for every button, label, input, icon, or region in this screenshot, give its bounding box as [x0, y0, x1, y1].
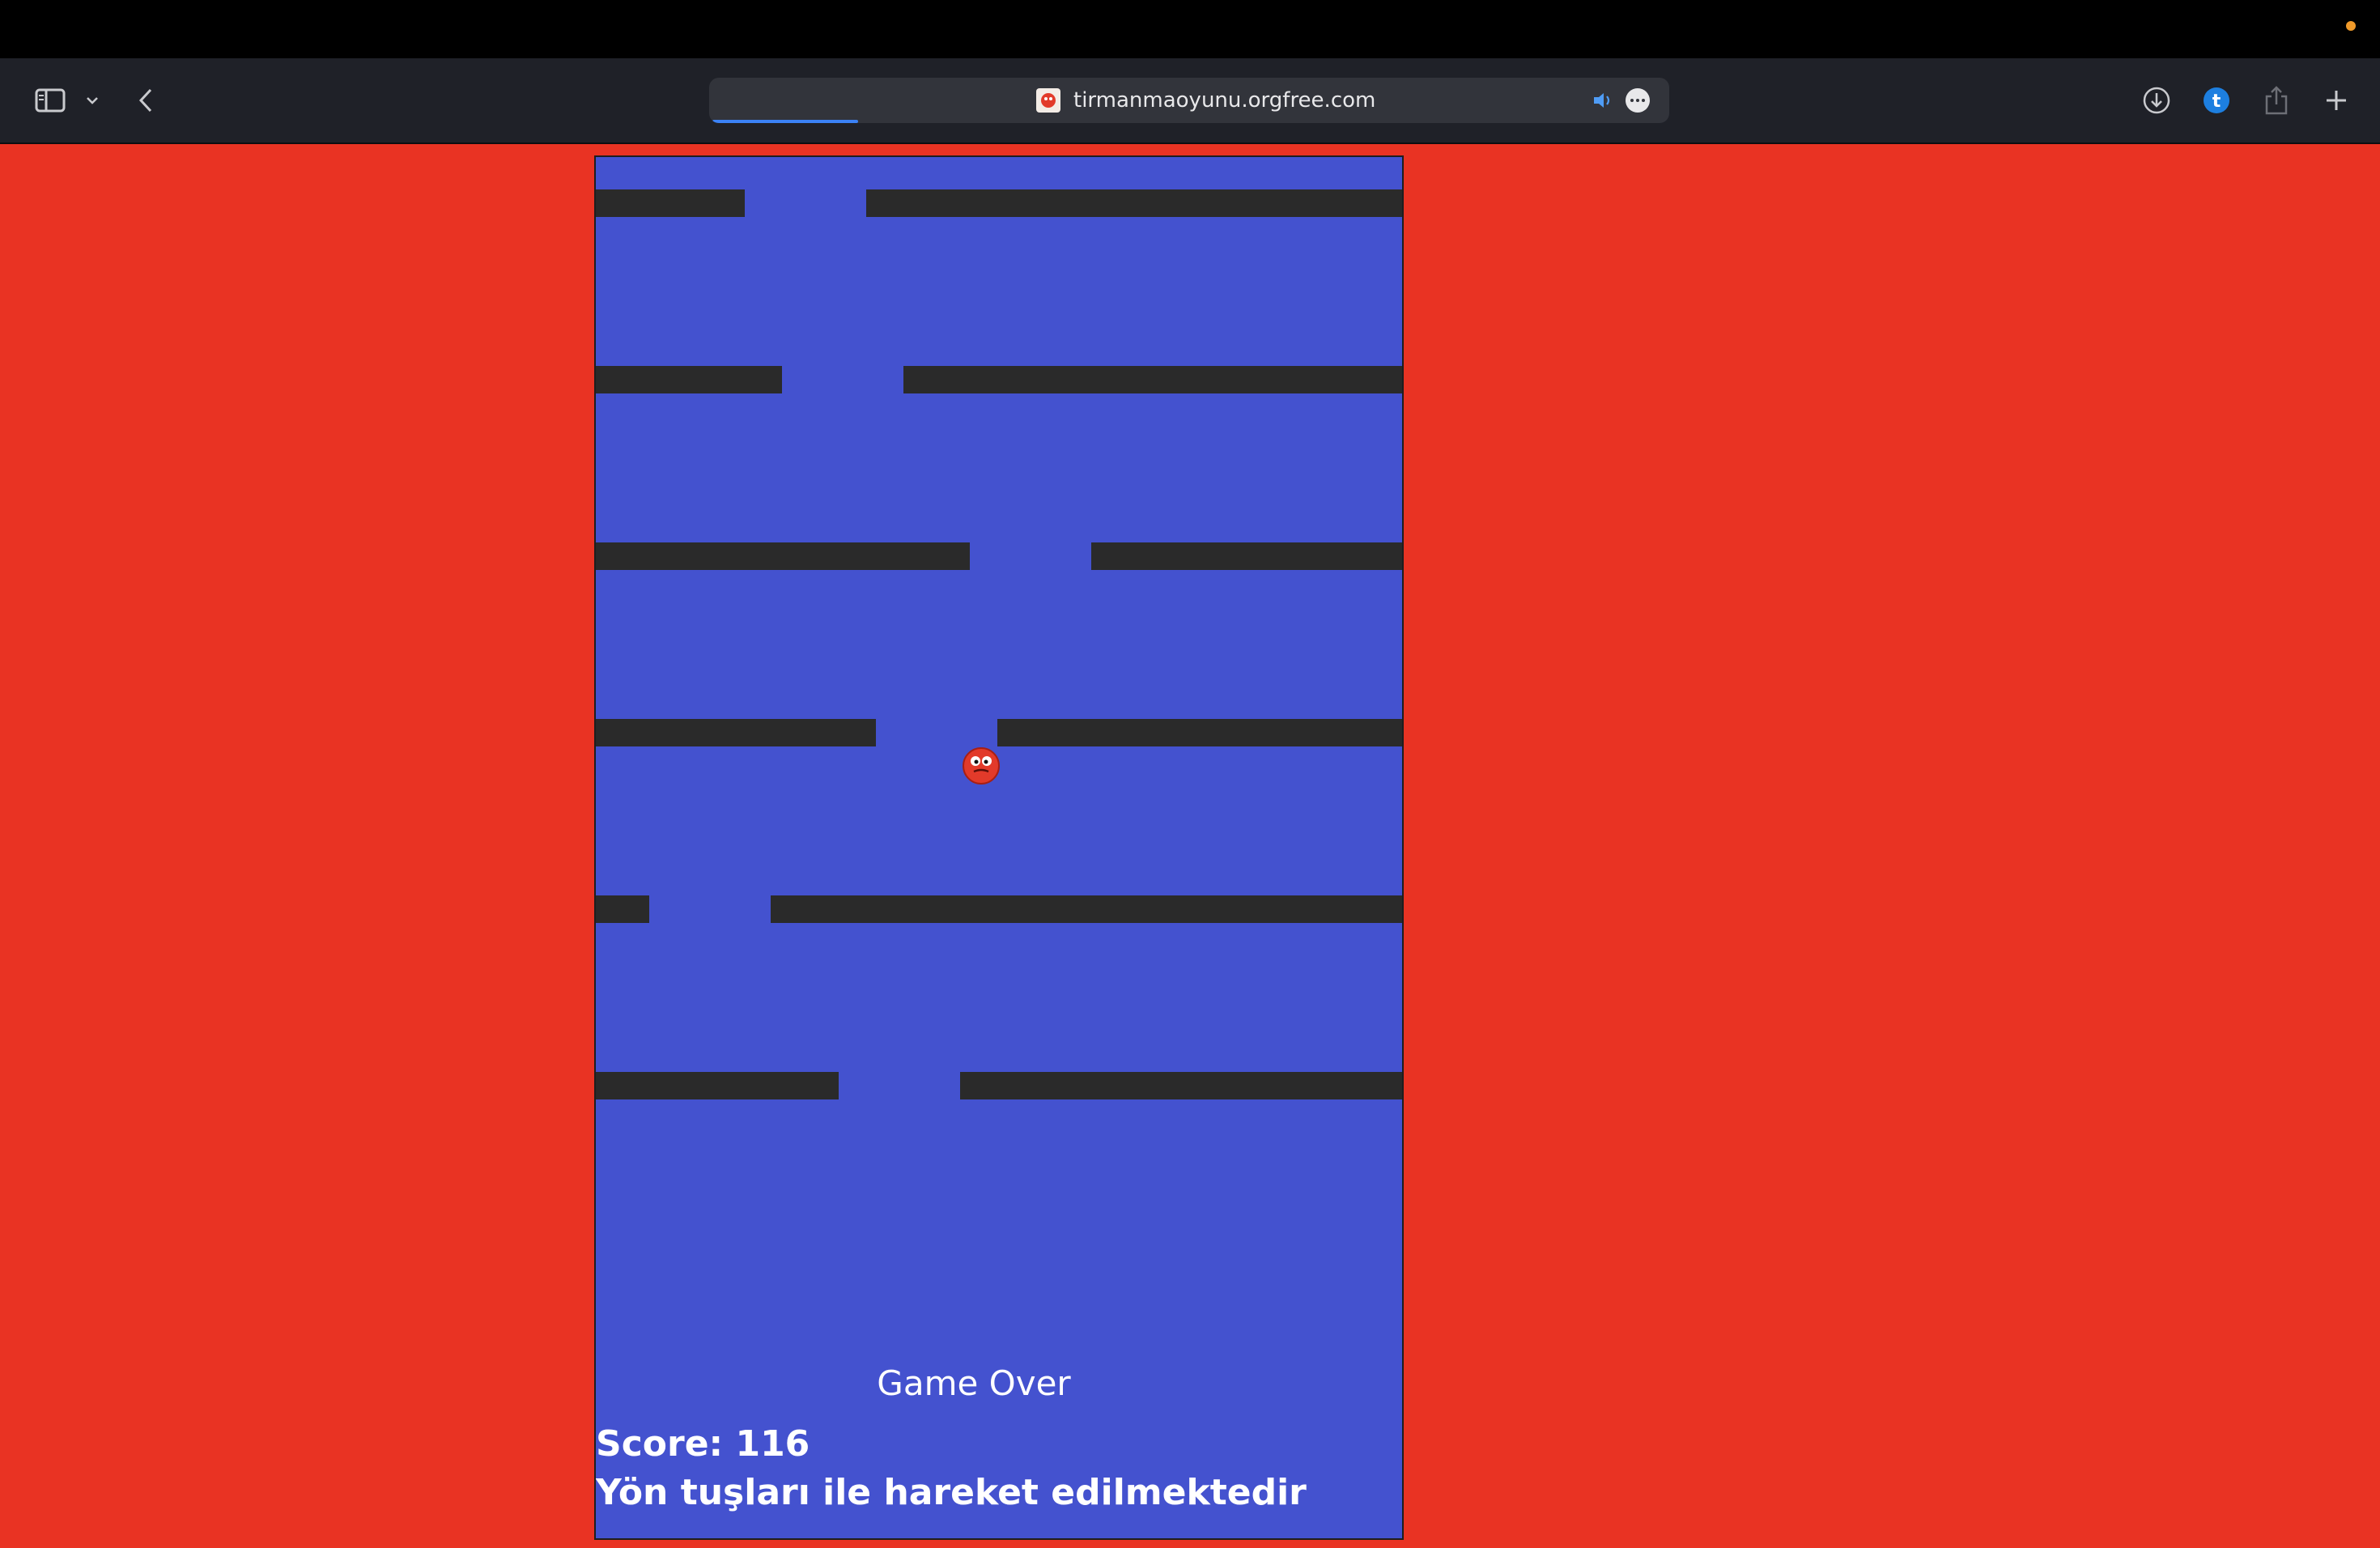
more-icon[interactable] — [1626, 88, 1650, 113]
extension-icon[interactable]: t — [2197, 58, 2236, 142]
player-character — [962, 746, 1001, 785]
platform — [866, 189, 1402, 217]
platform — [997, 719, 1402, 746]
site-favicon-icon — [1036, 88, 1060, 113]
sidebar-icon[interactable] — [29, 58, 71, 142]
instructions-text: Yön tuşları ile hareket edilmektedir — [596, 1472, 1307, 1513]
menu-bar — [0, 0, 2380, 58]
url-text[interactable]: tirmanmaoyunu.orgfree.com — [1073, 78, 1375, 123]
platform — [1091, 542, 1402, 570]
platform — [903, 366, 1402, 393]
game-over-text: Game Over — [877, 1363, 1071, 1403]
share-icon[interactable] — [2257, 58, 2296, 142]
plus-icon[interactable] — [2315, 58, 2357, 142]
svg-text:t: t — [2212, 91, 2221, 112]
chevron-down-icon[interactable] — [79, 58, 105, 142]
platform — [596, 719, 876, 746]
page-load-progress — [712, 120, 858, 123]
platform — [596, 366, 782, 393]
score-text: Score: 116 — [596, 1423, 810, 1465]
platform — [771, 895, 1402, 923]
platform — [596, 895, 649, 923]
game-canvas[interactable]: Game Over Score: 116 Yön tuşları ile har… — [594, 155, 1404, 1540]
address-bar[interactable]: tirmanmaoyunu.orgfree.com — [709, 78, 1669, 123]
speaker-icon[interactable] — [1588, 78, 1617, 123]
platform — [596, 1072, 839, 1099]
recording-indicator-dot — [2346, 21, 2356, 31]
back-arrow-icon[interactable] — [130, 58, 162, 142]
platform — [596, 542, 970, 570]
platform — [960, 1072, 1402, 1099]
platform — [596, 189, 745, 217]
download-icon[interactable] — [2137, 58, 2176, 142]
